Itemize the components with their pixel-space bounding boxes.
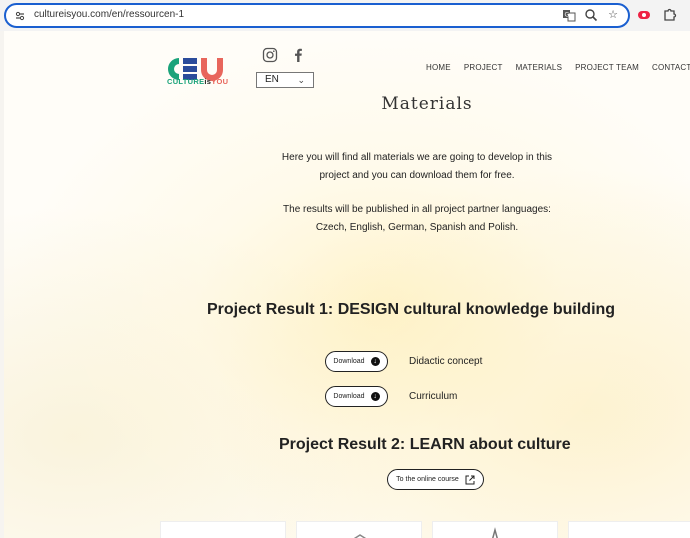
result-card[interactable] <box>296 521 422 538</box>
address-bar[interactable]: cultureisyou.com/en/ressourcen-1 G ☆ <box>4 3 630 28</box>
nav-materials[interactable]: MATERIALS <box>516 63 563 72</box>
zoom-icon[interactable] <box>584 8 598 22</box>
tune-icon[interactable] <box>15 11 25 21</box>
download-icon: ↓ <box>370 357 380 366</box>
instagram-icon[interactable] <box>262 47 278 63</box>
puzzle-icon[interactable] <box>662 7 678 23</box>
download-label: Curriculum <box>409 391 458 402</box>
download-icon: ↓ <box>370 392 380 401</box>
result-2-heading: Project Result 2: LEARN about culture <box>279 436 571 453</box>
language-value: EN <box>265 74 279 85</box>
download-button-didactic-concept[interactable]: Download ↓ <box>325 351 388 372</box>
intro-paragraph-1: Here you will find all materials we are … <box>244 149 590 185</box>
translate-icon[interactable]: G <box>562 8 576 22</box>
intro-paragraph-2: The results will be published in all pro… <box>244 201 590 237</box>
nav-project-team[interactable]: PROJECT TEAM <box>575 63 639 72</box>
result-card[interactable] <box>568 521 690 538</box>
url-text[interactable]: cultureisyou.com/en/ressourcen-1 <box>34 9 184 20</box>
record-extension-icon[interactable] <box>638 11 650 19</box>
nav-contact[interactable]: CONTACT <box>652 63 690 72</box>
facebook-icon[interactable] <box>290 47 306 63</box>
page-title: Materials <box>381 94 473 114</box>
result-card[interactable] <box>432 521 558 538</box>
intro-line: Here you will find all materials we are … <box>281 152 553 163</box>
result-card[interactable] <box>160 521 286 538</box>
star-icon[interactable]: ☆ <box>606 8 620 22</box>
intro-line: project and you can download them for fr… <box>319 170 515 181</box>
download-button-label: Download <box>333 358 365 365</box>
nav-project[interactable]: PROJECT <box>464 63 503 72</box>
svg-text:G: G <box>565 12 570 19</box>
intro-line: The results will be published in all pro… <box>283 204 551 215</box>
main-nav: HOME PROJECT MATERIALS PROJECT TEAM CONT… <box>426 63 690 72</box>
logo-wordmark: CULTUREisYOU <box>167 77 229 86</box>
download-row: Download ↓ Didactic concept <box>325 351 482 372</box>
card-illustration <box>353 534 367 538</box>
language-select[interactable]: EN ⌄ <box>256 72 314 88</box>
online-course-button[interactable]: To the online course <box>387 469 484 490</box>
page-content: CULTUREisYOU EN ⌄ HOME PROJECT MATERIALS… <box>4 31 690 538</box>
intro-line: Czech, English, German, Spanish and Poli… <box>315 222 519 233</box>
download-row: Download ↓ Curriculum <box>325 386 457 407</box>
card-illustration <box>492 527 498 538</box>
chevron-down-icon: ⌄ <box>297 75 305 85</box>
result-cards <box>160 521 690 538</box>
external-link-icon <box>465 475 475 484</box>
result-1-heading: Project Result 1: DESIGN cultural knowle… <box>207 301 616 318</box>
browser-toolbar: cultureisyou.com/en/ressourcen-1 G ☆ <box>0 0 690 31</box>
download-button-label: Download <box>333 393 365 400</box>
download-label: Didactic concept <box>409 356 483 367</box>
download-button-curriculum[interactable]: Download ↓ <box>325 386 388 407</box>
online-course-label: To the online course <box>396 476 459 483</box>
nav-home[interactable]: HOME <box>426 63 451 72</box>
